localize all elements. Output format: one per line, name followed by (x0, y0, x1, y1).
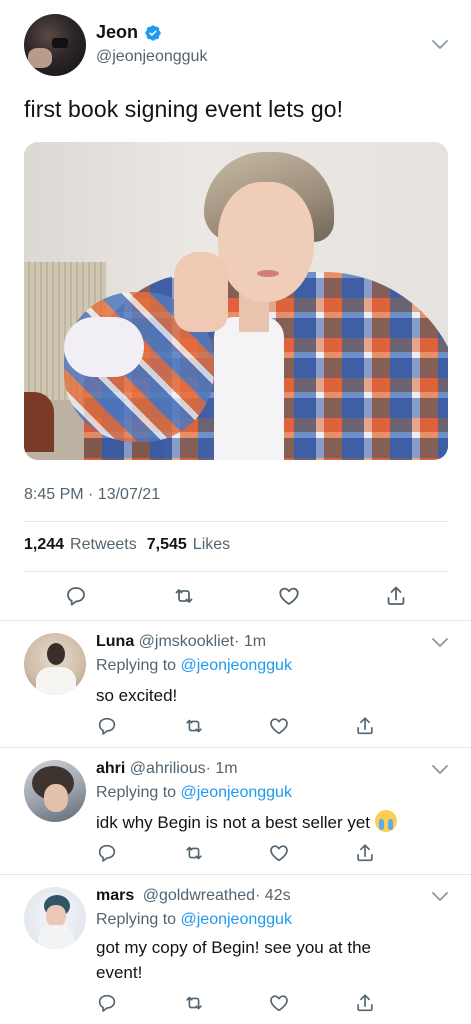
author-name[interactable]: Jeon (96, 22, 138, 43)
reply-icon[interactable] (96, 715, 118, 737)
tweet-timestamp[interactable]: 8:45 PM · 13/07/21 (24, 486, 160, 504)
reply-icon[interactable] (64, 584, 88, 608)
reply-tweet[interactable]: mars @goldwreathed· 42s Replying to @jeo… (0, 875, 471, 1024)
verified-badge-icon (145, 24, 161, 41)
reply-icon[interactable] (96, 842, 118, 864)
avatar[interactable] (24, 887, 86, 949)
avatar[interactable] (24, 633, 86, 695)
author-name-row[interactable]: Jeon (96, 22, 162, 43)
replying-to-label: Replying to (96, 911, 177, 928)
loudly-crying-face-emoji (374, 810, 397, 832)
reply-author-name[interactable]: Luna (96, 633, 134, 650)
reply-author-handle[interactable]: @goldwreathed (143, 887, 255, 904)
like-icon[interactable] (268, 992, 290, 1014)
retweets-label[interactable]: Retweets (70, 536, 137, 554)
reply-header: Luna @jmskookliet· 1m (96, 633, 266, 651)
author-handle[interactable]: @jeonjeongguk (96, 48, 207, 66)
likes-label[interactable]: Likes (193, 536, 230, 554)
retweet-icon[interactable] (183, 842, 205, 864)
reply-age[interactable]: · 1m (234, 633, 266, 650)
author-avatar[interactable] (24, 14, 86, 76)
replying-to-mention[interactable]: @jeonjeongguk (181, 911, 292, 928)
reply-header: ahri @ahrilious· 1m (96, 760, 238, 778)
like-icon[interactable] (277, 584, 301, 608)
replying-to: Replying to @jeonjeongguk (96, 657, 292, 675)
reply-age[interactable]: · 42s (255, 887, 291, 904)
replying-to: Replying to @jeonjeongguk (96, 784, 292, 802)
main-tweet: Jeon @jeonjeongguk first book signing ev… (0, 0, 471, 620)
divider (24, 571, 448, 572)
replying-to-mention[interactable]: @jeonjeongguk (181, 657, 292, 674)
like-icon[interactable] (268, 715, 290, 737)
like-icon[interactable] (268, 842, 290, 864)
reply-text: so excited! (96, 683, 436, 708)
tweet-stats: 1,244 Retweets 7,545 Likes (24, 536, 230, 554)
reply-age[interactable]: · 1m (206, 760, 238, 777)
share-icon[interactable] (354, 992, 376, 1014)
reply-author-name[interactable]: mars (96, 887, 134, 904)
share-icon[interactable] (354, 842, 376, 864)
replying-to: Replying to @jeonjeongguk (96, 911, 292, 929)
tweet-photo[interactable] (24, 142, 448, 460)
chevron-down-icon[interactable] (432, 638, 448, 648)
share-icon[interactable] (384, 584, 408, 608)
likes-count[interactable]: 7,545 (147, 536, 187, 554)
reply-icon[interactable] (96, 992, 118, 1014)
retweet-icon[interactable] (172, 584, 196, 608)
divider (24, 521, 448, 522)
share-icon[interactable] (354, 715, 376, 737)
replying-to-label: Replying to (96, 784, 177, 801)
reply-text: got my copy of Begin! see you at the eve… (96, 935, 416, 985)
chevron-down-icon[interactable] (432, 40, 448, 50)
replying-to-mention[interactable]: @jeonjeongguk (181, 784, 292, 801)
reply-text-content: idk why Begin is not a best seller yet (96, 813, 371, 832)
reply-text: idk why Begin is not a best seller yet (96, 810, 436, 835)
reply-text-content: so excited! (96, 686, 178, 705)
reply-text-content: got my copy of Begin! see you at the eve… (96, 938, 371, 982)
retweet-icon[interactable] (183, 715, 205, 737)
chevron-down-icon[interactable] (432, 892, 448, 902)
reply-author-handle[interactable]: @ahrilious (130, 760, 206, 777)
tweet-text: first book signing event lets go! (24, 96, 344, 122)
replying-to-label: Replying to (96, 657, 177, 674)
reply-header: mars @goldwreathed· 42s (96, 887, 291, 905)
reply-author-handle[interactable]: @jmskookliet (139, 633, 234, 650)
avatar[interactable] (24, 760, 86, 822)
chevron-down-icon[interactable] (432, 765, 448, 775)
reply-tweet[interactable]: Luna @jmskookliet· 1m Replying to @jeonj… (0, 621, 471, 747)
reply-author-name[interactable]: ahri (96, 760, 125, 777)
retweets-count[interactable]: 1,244 (24, 536, 64, 554)
reply-tweet[interactable]: ahri @ahrilious· 1m Replying to @jeonjeo… (0, 748, 471, 874)
retweet-icon[interactable] (183, 992, 205, 1014)
